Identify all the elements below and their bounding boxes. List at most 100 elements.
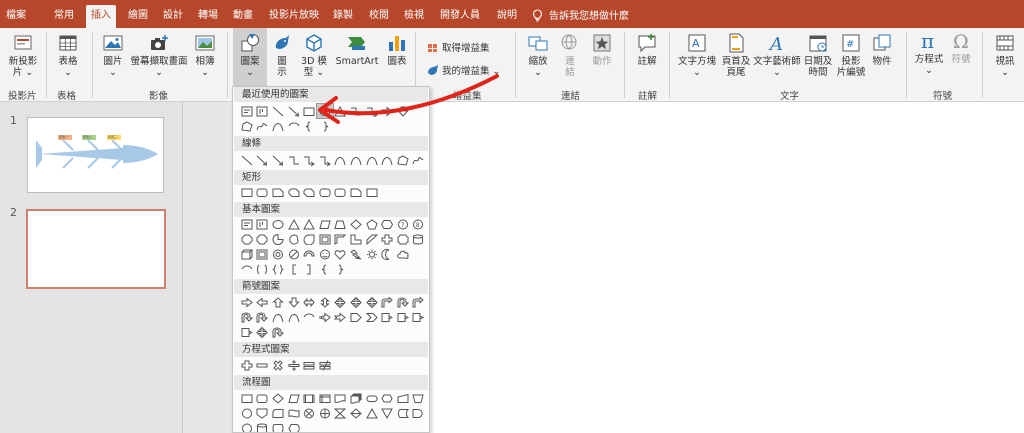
sort-shape[interactable]	[348, 406, 364, 420]
comment-button[interactable]: 註解	[632, 32, 662, 67]
curve-shape[interactable]	[270, 119, 286, 133]
hexagon-shape[interactable]	[379, 217, 395, 231]
rbrace-shape[interactable]	[317, 119, 333, 133]
tell-me-search[interactable]: 告訴我您想做什麼	[532, 7, 629, 22]
curve-shape[interactable]	[379, 153, 395, 167]
striped-shape[interactable]	[317, 310, 333, 324]
tab-6[interactable]: 動畫	[233, 7, 253, 27]
line-shape[interactable]	[270, 104, 286, 118]
wordart-button[interactable]: A 文字藝術師 ⌄	[753, 32, 801, 78]
mathneq-shape[interactable]	[317, 358, 333, 372]
elbowarrow-shape[interactable]	[301, 153, 317, 167]
lightning-shape[interactable]	[348, 247, 364, 261]
slide-editing-area[interactable]	[402, 102, 1024, 433]
snip-shape[interactable]	[270, 185, 286, 199]
data-shape[interactable]	[286, 391, 302, 405]
preparation-shape[interactable]	[379, 391, 395, 405]
callout-shape[interactable]	[239, 325, 255, 339]
plus-shape[interactable]	[379, 232, 395, 246]
oval-shape[interactable]	[270, 217, 286, 231]
manualop-shape[interactable]	[411, 391, 427, 405]
curve-shape[interactable]	[364, 153, 380, 167]
my-addins-button[interactable]: 我的增益集 ⌄	[427, 63, 500, 77]
slide-thumbnail-1[interactable]: 原因一 原因二 原因三	[27, 117, 164, 193]
line-shape[interactable]	[239, 153, 255, 167]
smiley-shape[interactable]	[317, 247, 333, 261]
pentagon-shape[interactable]	[364, 217, 380, 231]
symbol-button[interactable]: Ω 符號	[948, 30, 974, 65]
elbowarrow-shape[interactable]	[364, 104, 380, 118]
process-shape[interactable]	[239, 391, 255, 405]
darrow-shape[interactable]	[395, 104, 411, 118]
shapes-button[interactable]: 圖案 ⌄	[233, 28, 267, 86]
tri-shape[interactable]	[301, 217, 317, 231]
new-slide-button[interactable]: 新投影 片 ⌄	[4, 32, 42, 78]
mathdiv-shape[interactable]	[286, 358, 302, 372]
connector-shape[interactable]	[239, 406, 255, 420]
callout-shape[interactable]	[395, 310, 411, 324]
mathplus-shape[interactable]	[239, 358, 255, 372]
lshape-shape[interactable]	[348, 232, 364, 246]
bracepair-shape[interactable]	[270, 262, 286, 276]
diagstripe-shape[interactable]	[364, 232, 380, 246]
bevel-shape[interactable]	[255, 247, 271, 261]
freeform-shape[interactable]	[239, 119, 255, 133]
mathminus-shape[interactable]	[255, 358, 271, 372]
arrowline-shape[interactable]	[286, 104, 302, 118]
curve-shape[interactable]	[333, 153, 349, 167]
lrarrow-shape[interactable]	[301, 295, 317, 309]
mathequal-shape[interactable]	[301, 358, 317, 372]
display-shape[interactable]	[286, 421, 302, 432]
tri-shape[interactable]	[286, 217, 302, 231]
decision-shape[interactable]	[270, 391, 286, 405]
merge-shape[interactable]	[379, 406, 395, 420]
heart-shape[interactable]	[333, 247, 349, 261]
can-shape[interactable]	[411, 232, 427, 246]
udarrow-shape[interactable]	[317, 295, 333, 309]
moon-shape[interactable]	[379, 247, 395, 261]
rect-shape[interactable]	[301, 104, 317, 118]
snip2-shape[interactable]	[301, 185, 317, 199]
tri-shape[interactable]	[333, 104, 349, 118]
magdisk-shape[interactable]	[255, 421, 271, 432]
brace-shape[interactable]	[317, 262, 333, 276]
curve-shape[interactable]	[348, 153, 364, 167]
manualinput-shape[interactable]	[395, 391, 411, 405]
junction-shape[interactable]	[301, 406, 317, 420]
arrowline-shape[interactable]	[255, 153, 271, 167]
tape-shape[interactable]	[286, 406, 302, 420]
scribble-shape[interactable]	[411, 153, 427, 167]
bentarrow-shape[interactable]	[411, 295, 427, 309]
vtextbox-shape[interactable]	[255, 104, 271, 118]
tab-9[interactable]: 校閱	[369, 7, 389, 27]
uarrow-shape[interactable]	[270, 295, 286, 309]
snip-shape[interactable]	[348, 185, 364, 199]
header-footer-button[interactable]: 頁首及 頁尾	[720, 32, 752, 78]
quadarrow-shape[interactable]	[364, 295, 380, 309]
zoom-button[interactable]: 縮放 ⌄	[522, 32, 554, 78]
altprocess-shape[interactable]	[255, 391, 271, 405]
slide-number-button[interactable]: # 投影 片編號	[836, 32, 866, 78]
rbracket-shape[interactable]	[301, 262, 317, 276]
larrow-shape[interactable]	[255, 295, 271, 309]
tab-7[interactable]: 投影片放映	[269, 7, 319, 27]
chevron-shape[interactable]	[364, 310, 380, 324]
date-time-button[interactable]: 日期及 時間	[802, 32, 834, 78]
pie-shape[interactable]	[270, 232, 286, 246]
rect-shape[interactable]	[364, 185, 380, 199]
tab-1[interactable]: 常用	[54, 7, 74, 27]
oval-shape[interactable]	[315, 103, 334, 119]
cube-shape[interactable]	[239, 247, 255, 261]
predefined-shape[interactable]	[301, 391, 317, 405]
diamond-shape[interactable]	[348, 217, 364, 231]
tab-2[interactable]: 插入	[86, 5, 116, 28]
plaque-shape[interactable]	[395, 232, 411, 246]
slide-thumbnail-2[interactable]	[26, 209, 166, 289]
rect-shape[interactable]	[239, 185, 255, 199]
tab-8[interactable]: 錄製	[333, 7, 353, 27]
delay-shape[interactable]	[411, 406, 427, 420]
textbox-shape[interactable]	[239, 104, 255, 118]
collate-shape[interactable]	[333, 406, 349, 420]
elbowarrow-shape[interactable]	[317, 153, 333, 167]
tab-3[interactable]: 繪圖	[128, 7, 148, 27]
